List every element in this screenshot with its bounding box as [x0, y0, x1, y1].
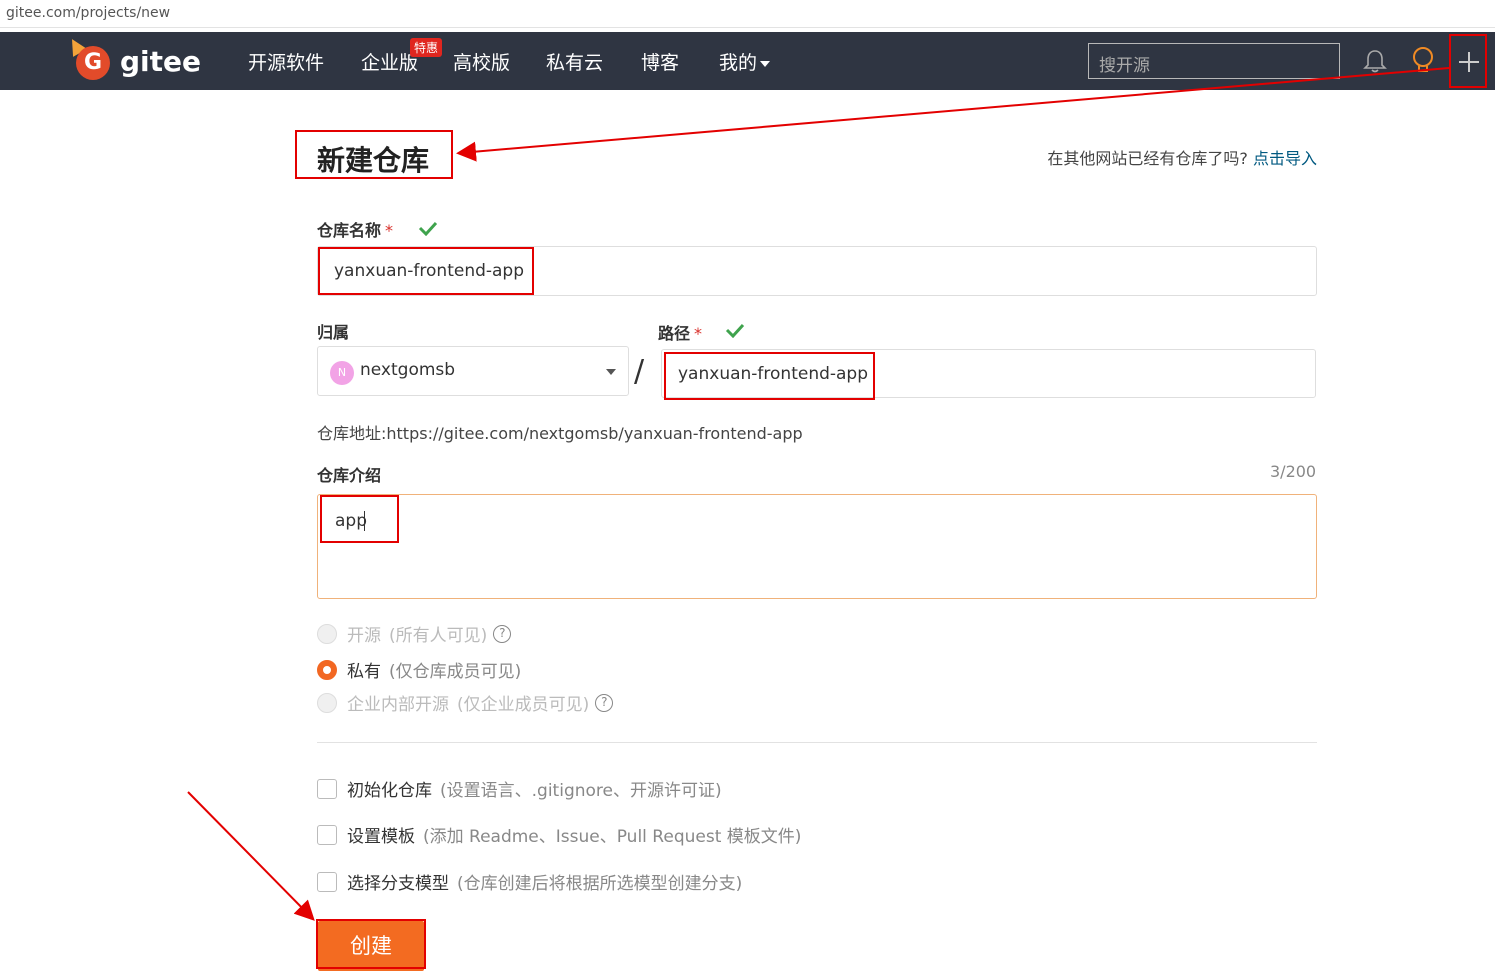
visibility-enterprise-option[interactable]: 企业内部开源 (仅企业成员可见) ? — [317, 690, 614, 715]
branch-model-hint: (仓库创建后将根据所选模型创建分支) — [457, 874, 743, 894]
init-repo-label: 初始化仓库 — [347, 781, 432, 801]
template-hint: (添加 Readme、Issue、Pull Request 模板文件) — [423, 827, 802, 847]
description-highlight — [320, 495, 399, 543]
checkmark-icon — [418, 221, 438, 236]
plus-icon — [1459, 52, 1479, 72]
lightbulb-icon[interactable] — [1410, 46, 1436, 76]
visibility-private-hint: (仅仓库成员可见) — [389, 662, 522, 682]
repo-url: 仓库地址:https://gitee.com/nextgomsb/yanxuan… — [317, 424, 803, 443]
checkbox[interactable] — [317, 778, 337, 799]
repo-name-label: 仓库名称 * — [317, 221, 394, 240]
search-input[interactable]: 搜开源 — [1088, 43, 1340, 79]
checkbox[interactable] — [317, 871, 337, 892]
path-highlight — [664, 352, 875, 400]
description-label: 仓库介绍 — [317, 466, 382, 485]
gitee-g-icon: G — [76, 46, 110, 80]
visibility-public-hint: (所有人可见) — [389, 626, 488, 646]
address-bar[interactable]: gitee.com/projects/new — [0, 0, 1495, 28]
gitee-logo[interactable]: G gitee — [65, 35, 218, 84]
brand-name: gitee — [120, 45, 202, 78]
nav-item-open-source[interactable]: 开源软件 — [248, 48, 324, 75]
annotation-arrow-create — [187, 791, 315, 921]
help-icon[interactable]: ? — [595, 693, 614, 712]
import-prompt: 在其他网站已经有仓库了吗? 点击导入 — [1047, 145, 1317, 169]
owner-value: nextgomsb — [360, 360, 456, 380]
help-icon[interactable]: ? — [493, 624, 512, 643]
owner-label: 归属 — [317, 323, 350, 342]
nav-item-private-cloud[interactable]: 私有云 — [546, 48, 603, 75]
import-link[interactable]: 点击导入 — [1253, 149, 1317, 168]
radio-button[interactable] — [317, 692, 337, 713]
nav-item-mine[interactable]: 我的 — [719, 48, 771, 75]
branch-model-label: 选择分支模型 — [347, 874, 449, 894]
divider — [317, 742, 1317, 743]
description-textarea[interactable]: app — [317, 494, 1317, 599]
radio-button[interactable] — [317, 623, 337, 644]
nav-item-blog[interactable]: 博客 — [641, 48, 679, 75]
repo-name-highlight — [318, 247, 534, 295]
template-label: 设置模板 — [347, 827, 415, 847]
checkmark-icon — [725, 323, 745, 338]
visibility-enterprise-hint: (仅企业成员可见) — [457, 695, 590, 715]
create-new-button[interactable] — [1449, 34, 1487, 88]
visibility-private-label: 私有 — [347, 662, 381, 682]
radio-button-selected[interactable] — [317, 659, 337, 680]
bell-icon[interactable] — [1362, 48, 1388, 74]
char-counter: 3/200 — [1270, 462, 1317, 481]
create-button[interactable]: 创建 — [318, 921, 424, 971]
init-repo-option[interactable]: 初始化仓库 (设置语言、.gitignore、开源许可证) — [317, 776, 722, 801]
checkbox[interactable] — [317, 824, 337, 845]
init-repo-hint: (设置语言、.gitignore、开源许可证) — [440, 781, 722, 801]
import-text: 在其他网站已经有仓库了吗? — [1047, 149, 1248, 168]
visibility-enterprise-label: 企业内部开源 — [347, 695, 449, 715]
page-title-highlight: 新建仓库 — [295, 130, 453, 179]
path-separator: / — [634, 354, 645, 389]
nav-item-education[interactable]: 高校版 — [453, 48, 510, 75]
visibility-private-option[interactable]: 私有 (仅仓库成员可见) — [317, 657, 521, 682]
avatar: N — [330, 361, 354, 385]
top-navbar: G gitee 开源软件 企业版 特惠 高校版 私有云 博客 我的 搜开源 — [0, 32, 1495, 90]
chevron-down-icon — [606, 369, 616, 375]
page-title: 新建仓库 — [317, 144, 430, 177]
visibility-public-option[interactable]: 开源 (所有人可见) ? — [317, 621, 512, 646]
path-label: 路径 * — [658, 324, 703, 343]
template-option[interactable]: 设置模板 (添加 Readme、Issue、Pull Request 模板文件) — [317, 822, 801, 847]
nav-item-mine-label: 我的 — [719, 52, 758, 74]
owner-select[interactable]: N nextgomsb — [317, 346, 629, 396]
branch-model-option[interactable]: 选择分支模型 (仓库创建后将根据所选模型创建分支) — [317, 869, 742, 894]
chevron-down-icon — [760, 60, 771, 67]
promo-badge: 特惠 — [410, 38, 443, 57]
visibility-public-label: 开源 — [347, 626, 381, 646]
